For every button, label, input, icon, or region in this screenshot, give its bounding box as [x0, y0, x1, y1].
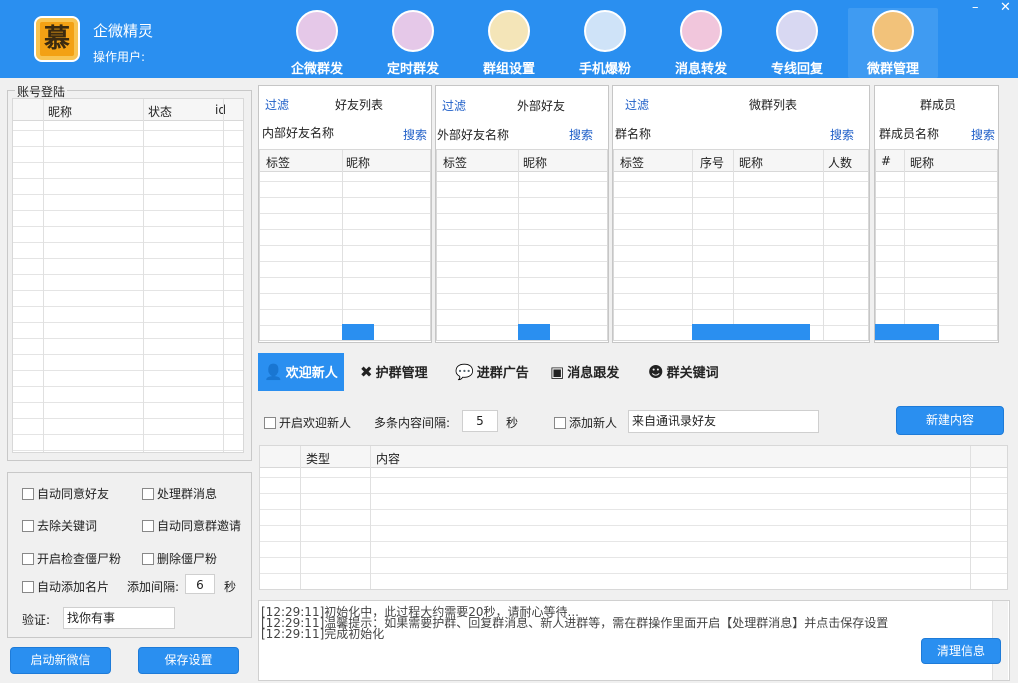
remove-keywords-checkbox[interactable]: 去除关键词 — [22, 517, 97, 534]
member-table[interactable]: # 昵称 — [875, 149, 998, 341]
friend-filter-link[interactable]: 过滤 — [265, 96, 289, 113]
operator-label: 操作用户: — [93, 50, 146, 64]
tab-group-keywords[interactable]: ☻ 群关键词 — [648, 353, 719, 391]
member-scrollbar[interactable] — [875, 324, 939, 340]
delete-zombie-checkbox[interactable]: 删除僵尸粉 — [142, 550, 217, 567]
tab-welcome-new[interactable]: 👤 欢迎新人 — [258, 353, 344, 391]
group-list-title: 微群列表 — [749, 98, 798, 112]
app-title: 企微精灵 — [93, 22, 154, 40]
start-wechat-button[interactable]: 启动新微信 — [10, 647, 111, 674]
content-interval-input[interactable]: 5 — [462, 410, 498, 432]
nav-message-forward[interactable]: 消息转发 — [656, 8, 746, 78]
add-newcomer-checkbox[interactable]: 添加新人 — [554, 414, 617, 431]
edit-icon — [488, 10, 530, 52]
close-button[interactable]: ✕ — [1000, 0, 1011, 15]
auto-accept-invite-checkbox[interactable]: 自动同意群邀请 — [142, 517, 241, 534]
nav-dedicated-reply[interactable]: 专线回复 — [752, 8, 842, 78]
tab-message-follow[interactable]: ▣ 消息跟发 — [550, 353, 619, 391]
friend-list-title: 好友列表 — [335, 98, 384, 112]
external-name-label: 外部好友名称 — [437, 128, 510, 142]
friend-table[interactable]: 标签 昵称 — [259, 149, 431, 341]
external-scrollbar[interactable] — [518, 324, 550, 340]
member-name-label: 群成员名称 — [879, 127, 940, 141]
pie-chart-icon — [392, 10, 434, 52]
verify-input[interactable]: 找你有事 — [63, 607, 175, 629]
robot-icon: ☻ — [648, 363, 664, 381]
external-friend-table[interactable]: 标签 昵称 — [436, 149, 608, 341]
handle-group-msg-checkbox[interactable]: 处理群消息 — [142, 485, 217, 502]
welcome-content-table[interactable]: 类型 内容 — [259, 445, 1008, 590]
tools-icon: ✖ — [360, 363, 373, 381]
clear-info-button[interactable]: 清理信息 — [921, 638, 1001, 664]
add-interval-label: 添加间隔: — [127, 580, 180, 594]
nav-qiwei-broadcast[interactable]: 企微群发 — [272, 8, 362, 78]
external-search-link[interactable]: 搜索 — [569, 126, 593, 143]
safe-icon — [680, 10, 722, 52]
member-search-link[interactable]: 搜索 — [971, 126, 995, 143]
group-table[interactable]: 标签 序号 昵称 人数 — [613, 149, 869, 341]
external-filter-link[interactable]: 过滤 — [442, 97, 466, 114]
chat-icon: 💬 — [455, 363, 474, 381]
group-filter-link[interactable]: 过滤 — [625, 96, 649, 113]
col-nickname: 昵称 — [48, 105, 73, 119]
save-settings-button[interactable]: 保存设置 — [138, 647, 239, 674]
col-status: 状态 — [148, 105, 173, 119]
newcomer-source-input[interactable]: 来自通讯录好友 — [628, 410, 819, 433]
friend-search-link[interactable]: 搜索 — [403, 126, 427, 143]
auto-add-card-checkbox[interactable]: 自动添加名片 — [22, 578, 109, 595]
shield-icon — [872, 10, 914, 52]
new-content-button[interactable]: 新建内容 — [896, 406, 1004, 435]
auto-accept-friend-checkbox[interactable]: 自动同意好友 — [22, 485, 109, 502]
account-table[interactable]: 昵称 状态 id — [12, 98, 244, 453]
nav-group-management[interactable]: 微群管理 — [848, 8, 938, 78]
external-friend-title: 外部好友 — [517, 99, 566, 113]
nav-group-settings[interactable]: 群组设置 — [464, 8, 554, 78]
group-scrollbar[interactable] — [692, 324, 810, 340]
tab-join-ads[interactable]: 💬 进群广告 — [455, 353, 529, 391]
enable-welcome-checkbox[interactable]: 开启欢迎新人 — [264, 414, 351, 431]
verify-label: 验证: — [22, 613, 51, 627]
message-icon: ▣ — [550, 363, 565, 381]
friend-name-label: 内部好友名称 — [262, 126, 335, 140]
group-member-title: 群成员 — [920, 98, 957, 112]
log-line: [12:29:11]完成初始化 — [261, 627, 385, 641]
nav-phone-boost[interactable]: 手机爆粉 — [560, 8, 650, 78]
bar-chart-icon — [776, 10, 818, 52]
group-search-link[interactable]: 搜索 — [830, 126, 854, 143]
content-interval-unit: 秒 — [506, 416, 519, 430]
nav-scheduled-broadcast[interactable]: 定时群发 — [368, 8, 458, 78]
tab-group-protect[interactable]: ✖ 护群管理 — [360, 353, 428, 391]
group-name-label: 群名称 — [615, 127, 652, 141]
minimize-button[interactable]: – — [972, 0, 979, 15]
content-interval-label: 多条内容间隔: — [374, 416, 451, 430]
add-interval-input[interactable]: 6 — [185, 574, 215, 594]
add-interval-unit: 秒 — [224, 580, 237, 594]
app-logo: 慕 — [34, 16, 80, 62]
friend-scrollbar[interactable] — [342, 324, 374, 340]
user-icon: 👤 — [264, 363, 283, 381]
document-icon — [296, 10, 338, 52]
check-zombie-checkbox[interactable]: 开启检查僵尸粉 — [22, 550, 121, 567]
phone-icon — [584, 10, 626, 52]
col-id: id — [215, 103, 226, 117]
